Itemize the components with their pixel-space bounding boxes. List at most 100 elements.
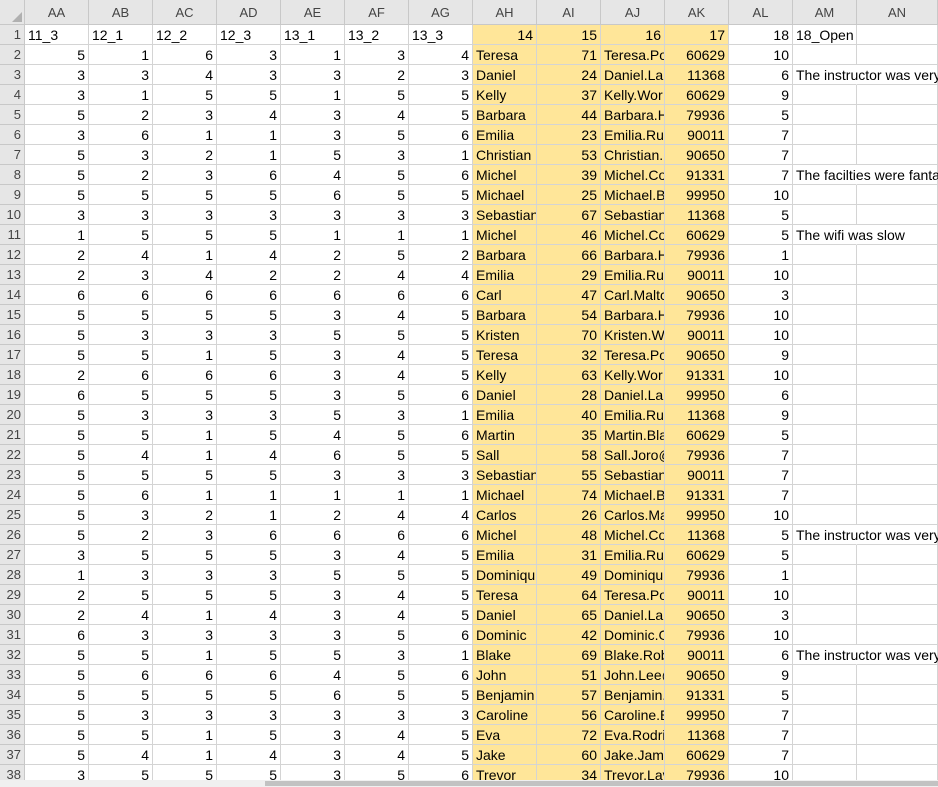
table-cell[interactable]: [857, 325, 938, 345]
table-cell[interactable]: 5: [345, 625, 409, 645]
table-cell[interactable]: Emilia: [473, 125, 537, 145]
table-cell[interactable]: 5: [217, 465, 281, 485]
table-cell[interactable]: 90650: [665, 285, 729, 305]
table-cell[interactable]: Emilia.Rui: [601, 125, 665, 145]
table-cell[interactable]: [857, 405, 938, 425]
table-cell[interactable]: 6: [89, 365, 153, 385]
table-cell[interactable]: 5: [89, 645, 153, 665]
table-cell[interactable]: [793, 745, 857, 765]
table-cell[interactable]: 5: [25, 505, 89, 525]
table-cell[interactable]: Teresa: [473, 45, 537, 65]
table-cell[interactable]: 5: [729, 525, 793, 545]
table-cell[interactable]: 5: [729, 425, 793, 445]
table-cell[interactable]: 60629: [665, 745, 729, 765]
table-cell[interactable]: 37: [537, 85, 601, 105]
row-header[interactable]: 21: [0, 425, 25, 445]
table-cell[interactable]: Michel: [473, 525, 537, 545]
column-header-an[interactable]: AN: [857, 0, 938, 25]
table-cell[interactable]: 5: [153, 545, 217, 565]
table-cell[interactable]: Carlos.Ma: [601, 505, 665, 525]
table-cell[interactable]: 53: [537, 145, 601, 165]
table-cell[interactable]: 4: [281, 165, 345, 185]
table-cell[interactable]: 3: [153, 625, 217, 645]
table-cell[interactable]: Dominic.G: [601, 625, 665, 645]
header-cell[interactable]: 11_3: [25, 25, 89, 45]
table-cell[interactable]: 5: [345, 85, 409, 105]
table-cell[interactable]: 91331: [665, 165, 729, 185]
table-cell[interactable]: Sebastian: [473, 465, 537, 485]
table-cell[interactable]: [857, 605, 938, 625]
table-cell[interactable]: 6: [217, 285, 281, 305]
table-cell[interactable]: [857, 685, 938, 705]
table-cell[interactable]: 1: [409, 225, 473, 245]
table-cell[interactable]: [793, 725, 857, 745]
column-header-ae[interactable]: AE: [281, 0, 345, 25]
table-cell[interactable]: 1: [217, 145, 281, 165]
table-cell[interactable]: 3: [25, 85, 89, 105]
table-cell[interactable]: 60: [537, 745, 601, 765]
table-cell[interactable]: 4: [89, 605, 153, 625]
table-cell[interactable]: [793, 85, 857, 105]
row-header[interactable]: 13: [0, 265, 25, 285]
row-header[interactable]: 14: [0, 285, 25, 305]
table-cell[interactable]: 5: [281, 565, 345, 585]
table-cell[interactable]: 5: [153, 85, 217, 105]
table-cell[interactable]: 3: [281, 605, 345, 625]
table-cell[interactable]: 5: [25, 685, 89, 705]
row-header[interactable]: 18: [0, 365, 25, 385]
table-cell[interactable]: 55: [537, 465, 601, 485]
column-header-ab[interactable]: AB: [89, 0, 153, 25]
table-cell[interactable]: 54: [537, 305, 601, 325]
table-cell[interactable]: 5: [409, 305, 473, 325]
table-cell[interactable]: Michel.Co: [601, 525, 665, 545]
table-cell[interactable]: 5: [345, 185, 409, 205]
table-cell[interactable]: The wifi was slow: [793, 225, 905, 245]
table-cell[interactable]: 3: [217, 625, 281, 645]
table-cell[interactable]: [793, 685, 857, 705]
table-cell[interactable]: 1: [153, 345, 217, 365]
row-header[interactable]: 17: [0, 345, 25, 365]
table-cell[interactable]: 5: [89, 465, 153, 485]
table-cell[interactable]: 90011: [665, 125, 729, 145]
table-cell[interactable]: 3: [217, 65, 281, 85]
table-cell[interactable]: 5: [729, 545, 793, 565]
table-cell[interactable]: 3: [89, 145, 153, 165]
table-cell[interactable]: 3: [89, 325, 153, 345]
table-cell[interactable]: 5: [25, 425, 89, 445]
table-cell[interactable]: [857, 505, 938, 525]
row-header[interactable]: 30: [0, 605, 25, 625]
table-cell[interactable]: 79936: [665, 625, 729, 645]
table-cell[interactable]: 6: [281, 685, 345, 705]
table-cell[interactable]: 1: [153, 125, 217, 145]
table-cell[interactable]: Barbara.H: [601, 245, 665, 265]
table-cell[interactable]: 5: [217, 185, 281, 205]
table-cell[interactable]: [793, 325, 857, 345]
table-cell[interactable]: 29: [537, 265, 601, 285]
row-header[interactable]: 7: [0, 145, 25, 165]
row-header[interactable]: 11: [0, 225, 25, 245]
table-cell[interactable]: 5: [281, 145, 345, 165]
table-cell[interactable]: 4: [345, 305, 409, 325]
table-cell[interactable]: 3: [153, 525, 217, 545]
table-cell[interactable]: 5: [409, 585, 473, 605]
table-cell[interactable]: 3: [89, 405, 153, 425]
table-cell[interactable]: 58: [537, 445, 601, 465]
table-cell[interactable]: 3: [729, 285, 793, 305]
table-cell[interactable]: 1: [89, 45, 153, 65]
row-header[interactable]: 2: [0, 45, 25, 65]
table-cell[interactable]: 2: [89, 165, 153, 185]
table-cell[interactable]: 66: [537, 245, 601, 265]
table-cell[interactable]: 4: [217, 445, 281, 465]
table-cell[interactable]: 7: [729, 165, 793, 185]
table-cell[interactable]: 4: [217, 105, 281, 125]
table-cell[interactable]: 1: [409, 485, 473, 505]
table-cell[interactable]: 3: [281, 625, 345, 645]
table-cell[interactable]: 3: [281, 305, 345, 325]
table-cell[interactable]: Barbara.H: [601, 105, 665, 125]
row-header[interactable]: 8: [0, 165, 25, 185]
table-cell[interactable]: 6: [217, 665, 281, 685]
table-cell[interactable]: 60629: [665, 85, 729, 105]
table-cell[interactable]: 3: [153, 205, 217, 225]
table-cell[interactable]: 2: [25, 605, 89, 625]
table-cell[interactable]: 7: [729, 705, 793, 725]
